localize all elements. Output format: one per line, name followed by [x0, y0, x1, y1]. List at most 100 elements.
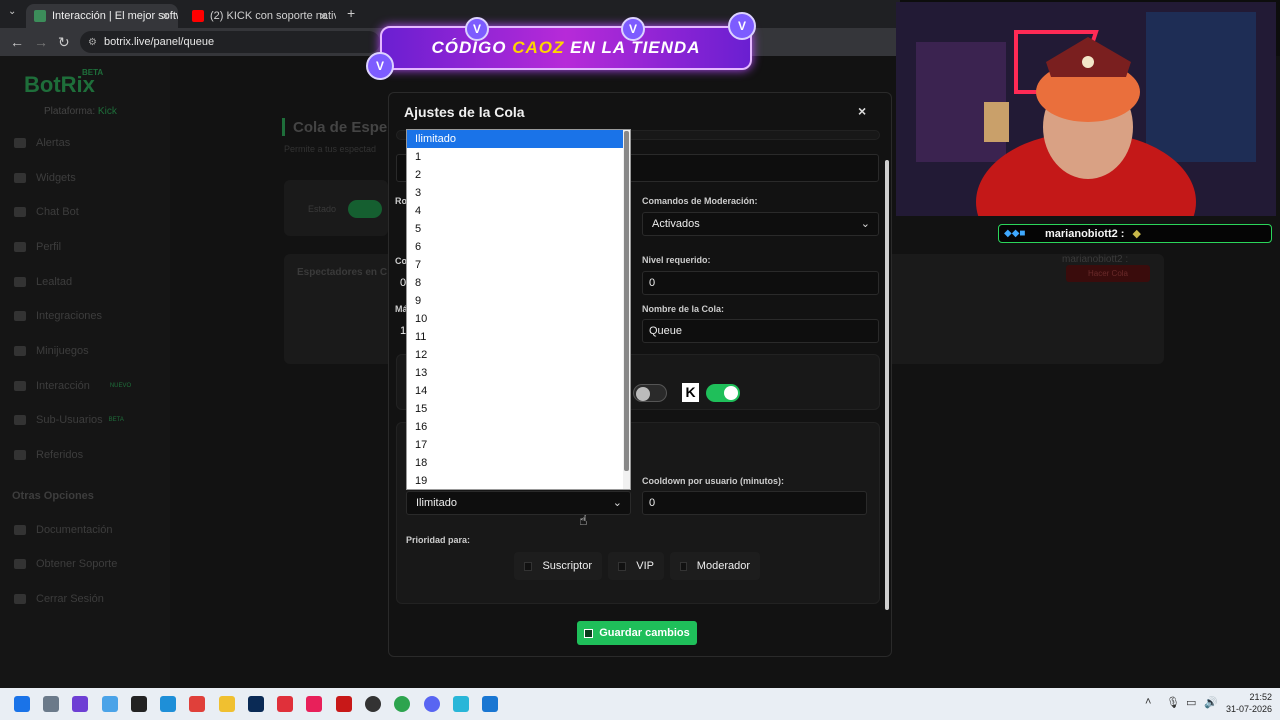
epic-games-icon[interactable] [131, 696, 147, 712]
network-icon[interactable]: ▭ [1186, 696, 1196, 709]
promo-text: CÓDIGO CAOZ EN LA TIENDA [431, 38, 701, 57]
support-icon [14, 559, 26, 569]
dropdown-option[interactable]: 1 [407, 148, 630, 166]
dropdown-option[interactable]: 19 [407, 472, 630, 489]
save-button[interactable]: Guardar cambios [577, 621, 697, 645]
dropdown-option[interactable]: 11 [407, 328, 630, 346]
sidebar-item-minijuegos[interactable]: Minijuegos [14, 345, 89, 357]
tab-search-button[interactable]: ⌄ [8, 6, 16, 17]
dropdown-option[interactable]: 3 [407, 184, 630, 202]
dropdown-option[interactable]: 16 [407, 418, 630, 436]
sidebar-item-soporte[interactable]: Obtener Soporte [14, 558, 117, 570]
dropdown-option[interactable]: 8 [407, 274, 630, 292]
sidebar-item-integraciones[interactable]: Integraciones [14, 310, 102, 322]
dropdown-option[interactable]: 2 [407, 166, 630, 184]
discord-icon[interactable] [424, 696, 440, 712]
headset-app-icon[interactable] [189, 696, 205, 712]
dropdown-option[interactable]: 10 [407, 310, 630, 328]
dropdown-option[interactable]: 6 [407, 238, 630, 256]
tab-botrix[interactable]: Interacción | El mejor software ✕ [26, 4, 178, 28]
ticktick-icon[interactable] [453, 696, 469, 712]
forward-icon[interactable]: → [34, 34, 48, 50]
sidebar-item-sub-usuarios[interactable]: Sub-Usuarios BETA [14, 414, 124, 426]
cooldown-input[interactable]: 0 [642, 491, 867, 515]
limit-select[interactable]: Ilimitado ⌄ [406, 491, 631, 515]
dropdown-option[interactable]: 13 [407, 364, 630, 382]
botrix-logo[interactable]: BotRix BETA [24, 68, 103, 98]
url-text: botrix.live/panel/queue [104, 36, 215, 48]
store-icon[interactable] [102, 696, 118, 712]
modal-title: Ajustes de la Cola [404, 104, 525, 120]
dropdown-scrollbar[interactable] [623, 130, 630, 489]
sidebar-item-interaccion[interactable]: Interacción NUEVO [14, 380, 131, 392]
chevron-up-icon[interactable]: ˄ [1145, 696, 1151, 708]
kick-toggle[interactable] [706, 384, 740, 402]
status-label: Estado [308, 204, 337, 214]
coin-icon: V [621, 17, 645, 41]
microphone-icon[interactable]: 🎙 [1166, 696, 1180, 709]
hand-cursor-icon: ☝ [579, 512, 588, 528]
priority-moderador-checkbox[interactable]: Moderador [670, 552, 760, 580]
voicemeeter-icon[interactable] [336, 696, 352, 712]
chatbot-icon [14, 207, 26, 217]
mouse-app-icon[interactable] [43, 696, 59, 712]
dropdown-option[interactable]: 12 [407, 346, 630, 364]
grid-app-icon[interactable] [72, 696, 88, 712]
dropdown-option[interactable]: 4 [407, 202, 630, 220]
close-tab-icon[interactable]: ✕ [161, 10, 170, 23]
close-tab-icon[interactable]: ✕ [319, 10, 328, 23]
steam-icon[interactable] [160, 696, 176, 712]
level-input[interactable]: 0 [642, 271, 879, 295]
moderation-select[interactable]: Activados ⌄ [642, 212, 879, 236]
status-toggle[interactable] [348, 200, 382, 218]
back-icon[interactable]: ← [10, 34, 24, 50]
volume-icon[interactable]: 🔊 [1204, 696, 1218, 709]
photoshop-icon[interactable] [248, 696, 264, 712]
sidebar-item-referidos[interactable]: Referidos [14, 449, 83, 461]
dropdown-option[interactable]: 18 [407, 454, 630, 472]
app-icon[interactable] [482, 696, 498, 712]
tiktok-icon[interactable] [306, 696, 322, 712]
sidebar-item-perfil[interactable]: Perfil [14, 241, 61, 253]
clock[interactable]: 21:52 31-07-2026 [1222, 691, 1272, 715]
users-icon [14, 415, 26, 425]
new-tab-button[interactable]: + [347, 5, 355, 21]
music-icon [14, 381, 26, 391]
coin-icon: V [366, 52, 394, 80]
chat-badge-icons: ◆◆■ [1004, 228, 1026, 239]
url-field[interactable]: ⚙ botrix.live/panel/queue [80, 31, 380, 53]
dropdown-option[interactable]: 15 [407, 400, 630, 418]
sidebar-item-documentacion[interactable]: Documentación [14, 524, 112, 536]
dropdown-option[interactable]: 7 [407, 256, 630, 274]
sidebar-item-cerrar-sesion[interactable]: Cerrar Sesión [14, 593, 104, 605]
tab-youtube[interactable]: (2) KICK con soporte nativo en ✕ [184, 4, 336, 28]
chrome-icon[interactable] [394, 696, 410, 712]
dropdown-option[interactable]: Ilimitado [407, 130, 630, 148]
sidebar-item-widgets[interactable]: Widgets [14, 172, 76, 184]
queue-name-input[interactable]: Queue [642, 319, 879, 343]
dropdown-scrollbar-thumb[interactable] [624, 131, 629, 471]
checkbox-label: VIP [636, 560, 654, 572]
platform-toggle-off[interactable] [633, 384, 667, 402]
sidebar-item-chat-bot[interactable]: Chat Bot [14, 206, 79, 218]
alert-icon [14, 138, 26, 148]
dropdown-option[interactable]: 9 [407, 292, 630, 310]
dropdown-option[interactable]: 17 [407, 436, 630, 454]
dropdown-option[interactable]: 14 [407, 382, 630, 400]
obs-icon[interactable] [365, 696, 381, 712]
windows-start-icon[interactable] [14, 696, 30, 712]
sidebar-item-alertas[interactable]: Alertas [14, 137, 70, 149]
referrals-icon [14, 450, 26, 460]
queue-join-button[interactable]: Hacer Cola [1066, 265, 1150, 282]
docs-icon [14, 525, 26, 535]
priority-suscriptor-checkbox[interactable]: Suscriptor [514, 552, 602, 580]
modal-scrollbar-thumb[interactable] [885, 160, 889, 610]
reload-icon[interactable]: ↻ [58, 34, 70, 51]
dropdown-option[interactable]: 5 [407, 220, 630, 238]
file-explorer-icon[interactable] [219, 696, 235, 712]
sidebar-item-lealtad[interactable]: Lealtad [14, 276, 72, 288]
capcut-icon[interactable] [277, 696, 293, 712]
close-icon[interactable]: × [858, 103, 866, 119]
priority-vip-checkbox[interactable]: VIP [608, 552, 664, 580]
site-info-icon[interactable]: ⚙ [88, 37, 97, 48]
